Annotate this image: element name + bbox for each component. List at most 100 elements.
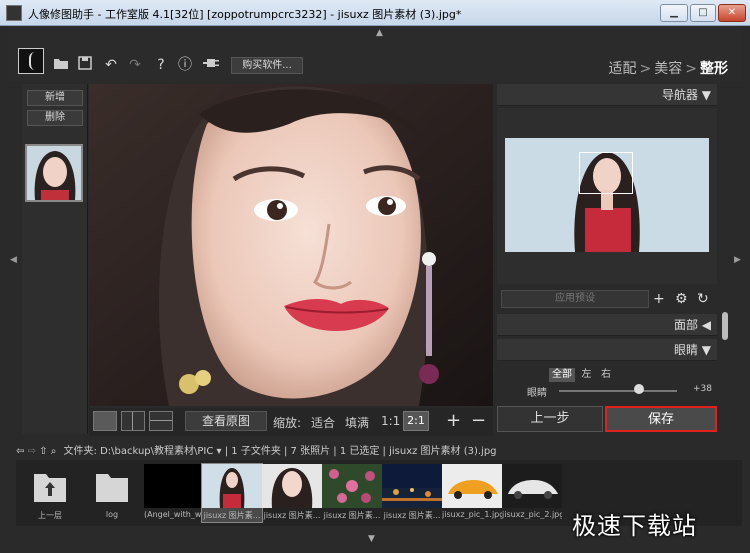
zoom-in-icon[interactable]: + bbox=[446, 411, 461, 431]
previous-step-button[interactable]: 上一步 bbox=[497, 406, 603, 432]
folder-path-bar: ⇦ ⇨ ⇧ ⌕ 文件夹: D:\backup\教程素材\PIC ▾ | 1 子文… bbox=[16, 442, 742, 458]
parent-folder-icon[interactable]: ⇧ bbox=[39, 446, 47, 457]
maximize-button[interactable]: □ bbox=[690, 4, 716, 22]
film-item-label: jisuxz_pic_1.jpg bbox=[442, 510, 502, 519]
eyes-section-header[interactable]: 眼睛 ▼ bbox=[497, 339, 717, 361]
film-thumbnail bbox=[382, 464, 442, 508]
film-item-image[interactable]: jisuxz 图片素... bbox=[262, 464, 322, 522]
mode-separator: > bbox=[639, 61, 652, 77]
view-toolbar: 查看原图 缩放: 适合 填满 1:1 2:1 + − bbox=[89, 408, 493, 436]
back-icon[interactable]: ⇦ bbox=[16, 446, 24, 457]
add-layer-button[interactable]: 新增 bbox=[27, 90, 83, 106]
film-item-label: (Angel_with_wi... bbox=[144, 510, 204, 519]
film-item-image[interactable]: jisuxz_pic_2.jpg bbox=[502, 464, 562, 522]
save-button[interactable]: 保存 bbox=[605, 406, 717, 432]
film-item-label: jisuxz 图片素... bbox=[323, 511, 381, 520]
watermark-text: 极速下载站 bbox=[572, 512, 697, 540]
title-bar: 人像修图助手 - 工作室版 4.1[32位] [zoppotrumpcrc323… bbox=[0, 0, 750, 26]
help-icon[interactable]: ? bbox=[152, 56, 170, 74]
film-item-image[interactable]: (Angel_with_wi... bbox=[144, 464, 204, 522]
forward-icon[interactable]: ⇨ bbox=[28, 446, 36, 457]
eye-side-tabs: 全部 左 右 bbox=[549, 367, 614, 382]
preset-row: 应用预设 + ⚙ ↻ bbox=[501, 288, 715, 310]
app-icon bbox=[6, 5, 22, 21]
film-thumbnail bbox=[442, 464, 502, 508]
right-panel-toggle-icon[interactable]: ▶ bbox=[734, 255, 742, 265]
film-item-folder[interactable]: log bbox=[82, 464, 142, 522]
film-thumbnail bbox=[144, 464, 204, 508]
film-item-label: jisuxz 图片素... bbox=[203, 511, 261, 520]
film-item-label: jisuxz 图片素... bbox=[263, 511, 321, 520]
split-horizontal-button[interactable] bbox=[149, 411, 173, 431]
close-button[interactable]: ✕ bbox=[718, 4, 746, 22]
add-preset-icon[interactable]: + bbox=[653, 289, 665, 309]
zoom-fill-button[interactable]: 填满 bbox=[345, 414, 369, 431]
film-item-label: 上一层 bbox=[38, 511, 62, 520]
open-folder-icon[interactable] bbox=[52, 56, 70, 74]
parent-folder-icon bbox=[20, 464, 80, 508]
navigator-header[interactable]: 导航器 ▼ bbox=[497, 84, 717, 106]
film-thumbnail bbox=[262, 464, 322, 508]
info-icon[interactable]: ⓘ bbox=[176, 56, 194, 74]
navigator-area bbox=[497, 108, 717, 284]
plugin-icon[interactable] bbox=[202, 56, 220, 74]
collapse-up-icon[interactable]: ▲ bbox=[376, 28, 383, 38]
layer-thumbnail[interactable] bbox=[25, 144, 83, 202]
mode-separator: > bbox=[685, 61, 697, 77]
zoom-1-1-button[interactable]: 1:1 bbox=[381, 414, 400, 428]
tab-both-eyes[interactable]: 全部 bbox=[549, 368, 575, 382]
redo-icon[interactable]: ↷ bbox=[126, 56, 144, 74]
panel-scroll-thumb[interactable] bbox=[722, 312, 728, 340]
single-view-button[interactable] bbox=[93, 411, 117, 431]
tab-left-eye[interactable]: 左 bbox=[579, 368, 595, 382]
view-original-button[interactable]: 查看原图 bbox=[185, 411, 267, 431]
undo-icon[interactable]: ↶ bbox=[102, 56, 120, 74]
film-item-up[interactable]: 上一层 bbox=[20, 464, 80, 522]
eye-slider-knob[interactable] bbox=[634, 384, 645, 394]
left-panel-toggle-icon[interactable]: ◀ bbox=[10, 255, 18, 265]
split-vertical-button[interactable] bbox=[121, 411, 145, 431]
navigator-thumbnail[interactable] bbox=[505, 138, 709, 252]
film-item-image[interactable]: jisuxz_pic_1.jpg bbox=[442, 464, 502, 522]
zoom-2-1-button[interactable]: 2:1 bbox=[403, 411, 429, 431]
minimize-button[interactable]: ▁ bbox=[660, 4, 688, 22]
tab-right-eye[interactable]: 右 bbox=[598, 368, 614, 382]
buy-software-button[interactable]: 购买软件... bbox=[231, 57, 303, 74]
adjust-panel: 导航器 ▼ 应用预设 + ⚙ ↻ 面部 ◀ 眼睛 ▼ 全部 左 右 眼睛 +38… bbox=[497, 84, 717, 434]
preset-settings-icon[interactable]: ⚙ bbox=[675, 289, 688, 309]
app-logo bbox=[18, 48, 44, 74]
film-item-label: jisuxz 图片素... bbox=[383, 511, 441, 520]
film-item-image[interactable]: jisuxz 图片素... bbox=[322, 464, 382, 522]
film-thumbnail bbox=[322, 464, 382, 508]
zoom-label: 缩放: bbox=[273, 416, 302, 430]
eye-slider-track[interactable] bbox=[559, 390, 677, 392]
panel-scrollbar[interactable] bbox=[721, 84, 729, 434]
eye-slider-value: +38 bbox=[693, 384, 712, 394]
search-icon[interactable]: ⌕ bbox=[51, 446, 57, 457]
preset-select[interactable]: 应用预设 bbox=[501, 290, 649, 308]
mode-reshape[interactable]: 整形 bbox=[700, 61, 728, 77]
folder-icon bbox=[82, 464, 142, 508]
top-toolbar: ▲ ↶ ↷ ? ⓘ 购买软件... 适配 > 美容 > 整形 bbox=[8, 26, 742, 82]
face-section-header[interactable]: 面部 ◀ bbox=[497, 314, 717, 336]
zoom-out-icon[interactable]: − bbox=[471, 411, 486, 431]
navigator-viewport-box[interactable] bbox=[579, 152, 633, 194]
collapse-down-icon[interactable]: ▼ bbox=[368, 534, 375, 544]
film-item-label: jisuxz_pic_2.jpg bbox=[502, 510, 562, 519]
save-disk-icon[interactable] bbox=[76, 56, 94, 74]
window-title: 人像修图助手 - 工作室版 4.1[32位] [zoppotrumpcrc323… bbox=[28, 8, 462, 21]
main-photo-canvas[interactable] bbox=[89, 84, 493, 406]
folder-path-text[interactable]: 文件夹: D:\backup\教程素材\PIC ▾ | 1 子文件夹 | 7 张… bbox=[64, 446, 497, 457]
film-item-image-selected[interactable]: jisuxz 图片素... bbox=[201, 463, 263, 523]
delete-layer-button[interactable]: 删除 bbox=[27, 110, 83, 126]
zoom-fit-button[interactable]: 适合 bbox=[311, 414, 335, 431]
layer-panel: 新增 删除 bbox=[22, 84, 88, 434]
mode-beauty[interactable]: 美容 bbox=[654, 61, 682, 77]
eye-slider-label: 眼睛 bbox=[527, 388, 547, 399]
mode-fit[interactable]: 适配 bbox=[609, 61, 637, 77]
film-thumbnail bbox=[502, 464, 562, 508]
reset-preset-icon[interactable]: ↻ bbox=[697, 289, 709, 309]
film-thumbnail bbox=[202, 464, 262, 508]
mode-breadcrumb: 适配 > 美容 > 整形 bbox=[609, 58, 728, 78]
film-item-image[interactable]: jisuxz 图片素... bbox=[382, 464, 442, 522]
